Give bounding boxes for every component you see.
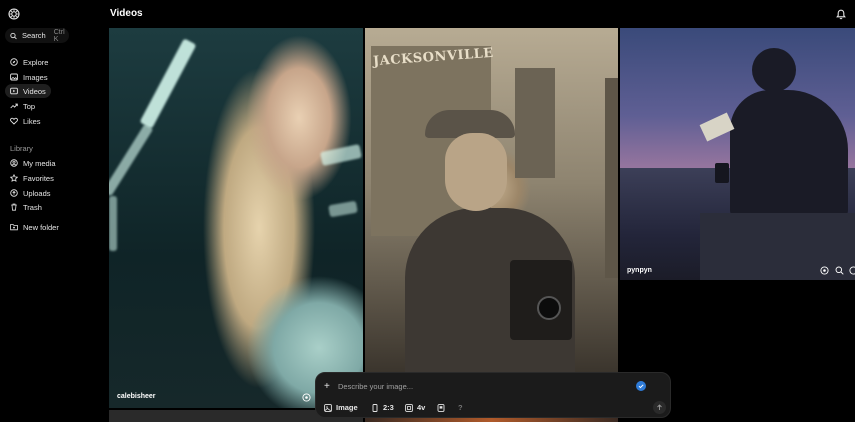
style-icon	[437, 403, 445, 412]
building-right	[605, 78, 618, 278]
variations-label: 4v	[417, 403, 426, 412]
trash-icon	[11, 203, 17, 211]
media-card[interactable]: JACKSONVILLE	[365, 28, 618, 372]
prompt-input[interactable]: Describe your image...	[338, 382, 413, 391]
light-streak	[319, 143, 363, 167]
sidebar: Search Ctrl K Explore Images Videos Top …	[0, 0, 100, 422]
reuse-icon[interactable]	[302, 393, 311, 402]
ledge	[700, 213, 855, 280]
card-author[interactable]: calebisheer	[117, 393, 156, 400]
media-card[interactable]: calebisheer	[109, 28, 363, 408]
search-icon	[10, 32, 17, 39]
sidebar-item-label: Favorites	[23, 173, 54, 183]
sidebar-item-label: Likes	[23, 116, 41, 126]
search-button[interactable]: Search Ctrl K	[5, 28, 69, 43]
variations-button[interactable]: 4v	[405, 401, 425, 414]
sidebar-item-label: Explore	[23, 57, 49, 67]
trending-up-icon	[10, 103, 18, 109]
upload-icon	[10, 189, 18, 197]
compass-icon	[10, 58, 18, 66]
more-icon[interactable]	[849, 266, 855, 275]
library-section-label: Library	[10, 144, 33, 153]
variations-icon	[405, 403, 413, 412]
aspect-ratio-label: 2:3	[383, 403, 394, 412]
sidebar-item-trash[interactable]: Trash	[5, 200, 47, 214]
sidebar-item-images[interactable]: Images	[5, 70, 53, 84]
search-label: Search	[21, 31, 46, 40]
search-shortcut: Ctrl K	[53, 28, 65, 43]
video-icon	[10, 87, 18, 95]
light-streak	[139, 38, 197, 129]
sidebar-item-label: Top	[23, 101, 36, 111]
body-silhouette	[730, 90, 848, 220]
media-card[interactable]: pynpyn	[620, 28, 855, 280]
app-logo-icon[interactable]	[8, 8, 20, 20]
sidebar-item-label: Trash	[23, 202, 42, 212]
sidebar-item-my-media[interactable]: My media	[5, 156, 61, 170]
card-author[interactable]: pynpyn	[627, 267, 652, 274]
sidebar-item-label: My media	[23, 158, 56, 168]
star-icon	[10, 174, 18, 182]
image-icon	[324, 403, 332, 412]
sidebar-item-top[interactable]: Top	[5, 99, 40, 113]
new-folder-label: New folder	[23, 222, 59, 232]
image-icon	[10, 73, 18, 81]
heart-icon	[10, 117, 18, 125]
sidebar-item-uploads[interactable]: Uploads	[5, 186, 56, 200]
reuse-icon[interactable]	[820, 266, 829, 275]
bell-icon[interactable]	[835, 8, 847, 20]
mode-label: Image	[336, 403, 358, 412]
sidebar-item-label: Videos	[23, 86, 46, 96]
sidebar-item-explore[interactable]: Explore	[5, 55, 53, 69]
arrow-up-icon	[657, 404, 662, 410]
light-streak	[109, 123, 154, 197]
new-folder-button[interactable]: New folder	[5, 220, 64, 234]
style-button[interactable]	[437, 401, 445, 414]
prompt-composer: + Describe your image... Image 2:3 4v ?	[315, 372, 671, 418]
sidebar-item-favorites[interactable]: Favorites	[5, 171, 59, 185]
sidebar-item-label: Uploads	[23, 188, 51, 198]
mug	[715, 163, 729, 183]
camera-lens	[537, 296, 561, 320]
face	[445, 133, 507, 211]
folder-plus-icon	[10, 224, 18, 231]
head-silhouette	[752, 48, 796, 92]
sidebar-item-videos[interactable]: Videos	[5, 84, 51, 98]
help-button[interactable]: ?	[458, 401, 463, 414]
bridge-tower	[515, 68, 555, 178]
plus-icon[interactable]: +	[324, 381, 330, 392]
page-title: Videos	[110, 8, 143, 19]
check-icon[interactable]	[636, 381, 646, 391]
sidebar-item-label: Images	[23, 72, 48, 82]
mode-button[interactable]: Image	[324, 401, 358, 414]
light-streak	[109, 196, 117, 251]
search-icon[interactable]	[835, 266, 844, 275]
phone-icon	[372, 403, 378, 412]
submit-button[interactable]	[653, 401, 666, 414]
user-icon	[10, 159, 18, 167]
sidebar-item-likes[interactable]: Likes	[5, 114, 46, 128]
aspect-ratio-button[interactable]: 2:3	[371, 401, 394, 414]
light-streak	[328, 200, 358, 218]
